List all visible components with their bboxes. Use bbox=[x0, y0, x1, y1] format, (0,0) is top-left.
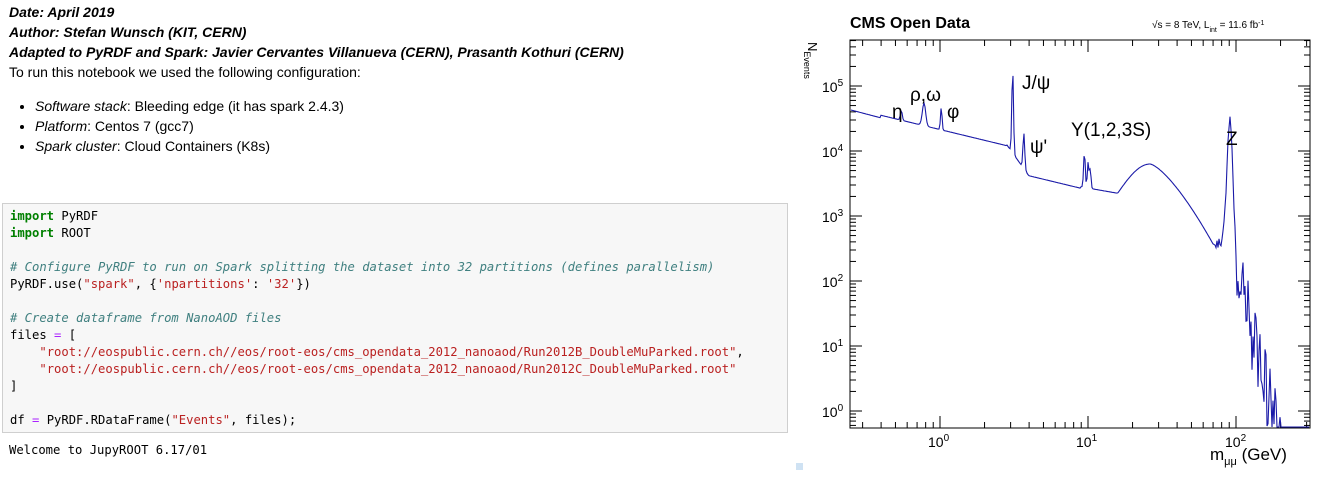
code-string: "root://eospublic.cern.ch//eos/root-eos/… bbox=[39, 362, 736, 376]
list-item-value: : Cloud Containers (K8s) bbox=[117, 138, 270, 154]
resonance-label-jpsi: J/ψ bbox=[1022, 73, 1050, 94]
resonance-label-phi: φ bbox=[947, 102, 959, 123]
code-text: [ bbox=[61, 328, 76, 342]
code-text: }) bbox=[296, 277, 311, 291]
list-item-key: Software stack bbox=[35, 98, 127, 114]
code-string: "Events" bbox=[171, 413, 230, 427]
y-tick-label: 100 bbox=[822, 403, 844, 420]
list-item: Software stack: Bleeding edge (it has sp… bbox=[35, 96, 789, 116]
date-line: Date: April 2019 bbox=[9, 2, 789, 22]
x-tick-label: 101 bbox=[1076, 433, 1098, 450]
list-item-value: : Bleeding edge (it has spark 2.4.3) bbox=[127, 98, 344, 114]
list-item-key: Spark cluster bbox=[35, 138, 117, 154]
notebook-panel: Date: April 2019 Author: Stefan Wunsch (… bbox=[0, 0, 792, 476]
config-list: Software stack: Bleeding edge (it has sp… bbox=[9, 96, 789, 156]
code-text: PyRDF.RDataFrame( bbox=[39, 413, 171, 427]
resonance-label-upsilon: Y(1,2,3S) bbox=[1071, 120, 1151, 141]
code-string: "spark" bbox=[83, 277, 134, 291]
resonance-label-rho-omega: ρ,ω bbox=[910, 85, 941, 106]
adapted-line: Adapted to PyRDF and Spark: Javier Cerva… bbox=[9, 42, 789, 62]
x-tick-label: 100 bbox=[928, 433, 950, 450]
y-tick-label: 105 bbox=[822, 78, 844, 95]
code-editor[interactable]: import PyRDF import ROOT # Configure PyR… bbox=[3, 204, 787, 429]
x-axis-label: mμμ (GeV) bbox=[1210, 445, 1287, 468]
code-keyword: import bbox=[10, 226, 54, 240]
code-string: "root://eospublic.cern.ch//eos/root-eos/… bbox=[39, 345, 736, 359]
list-item-key: Platform bbox=[35, 118, 87, 134]
energy-label-value: = 11.6 fb bbox=[1217, 20, 1259, 31]
resonance-label-z: Z bbox=[1226, 129, 1238, 150]
config-intro: To run this notebook we used the followi… bbox=[9, 62, 789, 82]
code-string: 'npartitions' bbox=[157, 277, 252, 291]
y-axis-label: NEvents bbox=[802, 42, 820, 79]
code-text: files bbox=[10, 328, 54, 342]
markdown-cell: Date: April 2019 Author: Stefan Wunsch (… bbox=[9, 2, 789, 156]
code-string: '32' bbox=[267, 277, 296, 291]
author-line: Author: Stefan Wunsch (KIT, CERN) bbox=[9, 22, 789, 42]
code-cell[interactable]: import PyRDF import ROOT # Configure PyR… bbox=[2, 203, 788, 433]
resonance-label-psi-prime: ψ' bbox=[1030, 137, 1047, 158]
resonance-label-eta: η bbox=[892, 102, 903, 123]
code-text: PyRDF bbox=[54, 209, 98, 223]
code-text: : bbox=[252, 277, 267, 291]
resonance-labels: η ρ,ω φ J/ψ ψ' Y(1,2,3S) Z bbox=[892, 73, 1238, 158]
list-item: Platform: Centos 7 (gcc7) bbox=[35, 116, 789, 136]
y-tick-label: 101 bbox=[822, 338, 844, 355]
y-tick-label: 103 bbox=[822, 208, 844, 225]
code-text: ] bbox=[10, 379, 17, 393]
energy-label: √s = 8 TeV, Lint = 11.6 fb-1 bbox=[1152, 19, 1264, 34]
svg-text:√s = 8 TeV, Lint = 11.6 fb-1: √s = 8 TeV, Lint = 11.6 fb-1 bbox=[1152, 19, 1264, 34]
code-text: PyRDF.use( bbox=[10, 277, 83, 291]
code-comment: # Configure PyRDF to run on Spark splitt… bbox=[10, 260, 714, 274]
y-tick-labels: 100 101 102 103 104 105 bbox=[822, 78, 844, 420]
dimuon-spectrum-plot: CMS Open Data √s = 8 TeV, Lint = 11.6 fb… bbox=[800, 0, 1320, 476]
x-tick-labels: 100 101 102 bbox=[928, 433, 1247, 450]
energy-label-sup: -1 bbox=[1258, 20, 1264, 27]
energy-label-sub: int bbox=[1209, 27, 1216, 34]
y-tick-label: 104 bbox=[822, 143, 844, 160]
list-item: Spark cluster: Cloud Containers (K8s) bbox=[35, 136, 789, 156]
energy-label-main: √s = 8 TeV, L bbox=[1152, 19, 1210, 31]
list-item-value: : Centos 7 (gcc7) bbox=[87, 118, 194, 134]
code-text: , { bbox=[135, 277, 157, 291]
code-text: ROOT bbox=[54, 226, 91, 240]
cell-output: Welcome to JupyROOT 6.17/01 bbox=[9, 442, 207, 459]
code-comment: # Create dataframe from NanoAOD files bbox=[10, 311, 282, 325]
plot-output: CMS Open Data √s = 8 TeV, Lint = 11.6 fb… bbox=[800, 0, 1320, 476]
code-text: , files); bbox=[230, 413, 296, 427]
y-tick-label: 102 bbox=[822, 273, 844, 290]
code-keyword: import bbox=[10, 209, 54, 223]
code-text: , bbox=[736, 345, 743, 359]
code-text: df bbox=[10, 413, 32, 427]
plot-title: CMS Open Data bbox=[850, 15, 970, 32]
